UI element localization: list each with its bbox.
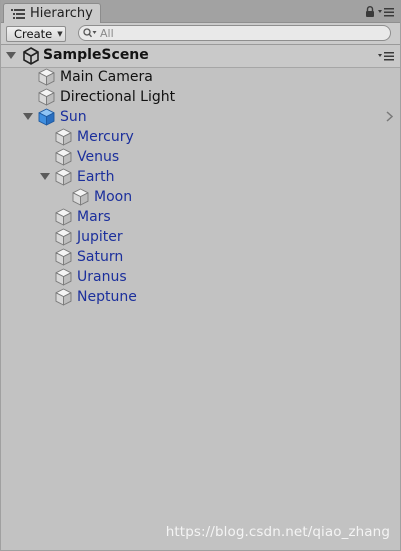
- prefab-open-chevron-icon[interactable]: [386, 111, 393, 122]
- hierarchy-toolbar: Create ▼: [1, 23, 400, 45]
- tree-item-label: Uranus: [77, 269, 127, 285]
- tree-row-uranus[interactable]: Uranus: [1, 267, 400, 287]
- gameobject-cube-icon: [55, 268, 72, 286]
- gameobject-cube-icon: [72, 188, 89, 206]
- tree-row-jupiter[interactable]: Jupiter: [1, 227, 400, 247]
- search-icon[interactable]: [83, 28, 97, 38]
- tree-item-label: Venus: [77, 149, 120, 165]
- tree-item-label: Mercury: [77, 129, 134, 145]
- gameobject-cube-icon: [55, 208, 72, 226]
- tab-menu-icon[interactable]: [378, 7, 394, 17]
- tree-item-label: Saturn: [77, 249, 124, 265]
- expand-arrow-icon[interactable]: [23, 112, 33, 122]
- gameobject-cube-icon: [55, 148, 72, 166]
- unity-scene-icon: [23, 47, 39, 65]
- gameobject-cube-icon: [55, 168, 72, 186]
- tree-item-label: Neptune: [77, 289, 137, 305]
- expand-arrow-icon[interactable]: [40, 172, 50, 182]
- tree-row-mars[interactable]: Mars: [1, 207, 400, 227]
- tree-row-neptune[interactable]: Neptune: [1, 287, 400, 307]
- gameobject-cube-icon: [55, 248, 72, 266]
- expand-arrow-icon[interactable]: [6, 51, 16, 61]
- tree-row-directional-light[interactable]: Directional Light: [1, 87, 400, 107]
- gameobject-cube-icon: [38, 68, 55, 86]
- scene-header[interactable]: SampleScene: [1, 45, 400, 68]
- prefab-cube-icon: [38, 108, 55, 126]
- create-dropdown-button[interactable]: Create ▼: [6, 26, 66, 42]
- tree-row-sun[interactable]: Sun: [1, 107, 400, 127]
- tree-row-main-camera[interactable]: Main Camera: [1, 67, 400, 87]
- tree-item-label: Mars: [77, 209, 111, 225]
- tree-item-label: Jupiter: [77, 229, 123, 245]
- tree-row-venus[interactable]: Venus: [1, 147, 400, 167]
- watermark-text: https://blog.csdn.net/qiao_zhang: [165, 524, 390, 540]
- gameobject-cube-icon: [38, 88, 55, 106]
- scene-menu-icon[interactable]: [378, 51, 394, 61]
- lock-icon[interactable]: [365, 6, 375, 17]
- tree-row-saturn[interactable]: Saturn: [1, 247, 400, 267]
- hierarchy-window: Hierarchy Create ▼ All SampleScene Main …: [0, 0, 401, 551]
- search-field[interactable]: [78, 25, 391, 41]
- tree-row-moon[interactable]: Moon: [1, 187, 400, 207]
- tree-row-mercury[interactable]: Mercury: [1, 127, 400, 147]
- tab-title: Hierarchy: [30, 6, 93, 21]
- tree-item-label: Directional Light: [60, 89, 176, 105]
- search-input[interactable]: [100, 26, 360, 40]
- gameobject-cube-icon: [55, 288, 72, 306]
- hierarchy-list-icon: [11, 8, 25, 19]
- gameobject-cube-icon: [55, 228, 72, 246]
- tree-item-label: Main Camera: [60, 69, 153, 85]
- tree-item-label: Sun: [60, 109, 87, 125]
- tab-bar: Hierarchy: [1, 0, 400, 23]
- tab-controls: [365, 6, 394, 17]
- create-label: Create: [14, 27, 53, 41]
- gameobject-cube-icon: [55, 128, 72, 146]
- scene-name: SampleScene: [43, 47, 149, 63]
- tab-hierarchy[interactable]: Hierarchy: [3, 3, 101, 23]
- tree-row-earth[interactable]: Earth: [1, 167, 400, 187]
- tree-item-label: Moon: [94, 189, 133, 205]
- dropdown-caret-icon: ▼: [57, 30, 63, 38]
- tree-item-label: Earth: [77, 169, 115, 185]
